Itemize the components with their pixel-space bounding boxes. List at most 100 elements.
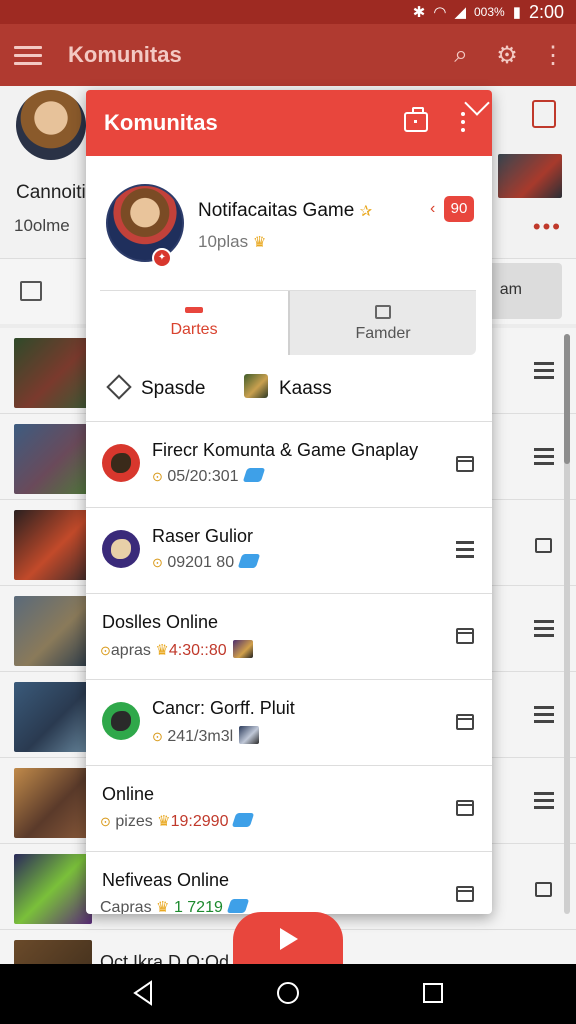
wifi-icon: ◠ <box>433 4 447 21</box>
chevron-down-icon[interactable] <box>464 90 490 116</box>
game-thumb-icon <box>239 726 260 744</box>
calendar-icon[interactable] <box>532 100 556 128</box>
game-thumb-icon <box>232 640 253 658</box>
verified-icon <box>242 468 265 482</box>
creature-icon <box>102 702 140 740</box>
hamburger-icon[interactable] <box>456 541 474 558</box>
popup-profile: ✦ Notifacaitas Game ✰ 10plas ♛ <box>86 156 492 290</box>
search-icon[interactable]: ⌕ <box>438 41 484 69</box>
background-avatar <box>16 90 86 160</box>
dragon-icon <box>102 444 140 482</box>
background-profile-sub: 10olme <box>14 216 70 235</box>
game-thumb-icon <box>244 374 268 398</box>
tab-famder-label: Famder <box>355 325 411 342</box>
hamburger-icon[interactable] <box>534 448 554 465</box>
profile-sub: 10plas ♛ <box>198 232 267 251</box>
system-nav-bar <box>0 964 576 1024</box>
item-title: Firecr Komunta & Game Gnaplay <box>152 440 419 460</box>
item-meta: ⊙ pizes ♛19:2990 <box>100 812 255 831</box>
item-title: Online <box>102 784 155 804</box>
background-profile-name: Cannoiti <box>16 182 86 203</box>
list-item[interactable]: Raser Gulior ⊙ 09201 80 <box>86 508 492 594</box>
tab-dartes-indicator-icon <box>185 307 203 313</box>
window-icon[interactable] <box>456 886 474 902</box>
square-icon[interactable] <box>535 882 552 897</box>
item-meta: ⊙ 05/20:301 <box>152 468 265 486</box>
more-dots-icon[interactable]: ••• <box>533 214 562 240</box>
list-item[interactable]: Online ⊙ pizes ♛19:2990 <box>86 766 492 852</box>
list-item[interactable]: Nefiveas Online Capras ♛ 1 7219 <box>86 852 492 914</box>
back-icon[interactable] <box>132 980 154 1006</box>
star-icon: ✰ <box>359 203 373 220</box>
clock-icon: ⊙ <box>152 469 163 484</box>
verified-icon <box>226 899 250 913</box>
clock-icon: ⊙ <box>100 814 111 829</box>
popup-tabs: Dartes Famder <box>100 290 476 355</box>
menu-icon[interactable] <box>14 45 42 65</box>
tab-famder[interactable]: Famder <box>288 291 476 355</box>
recents-icon[interactable] <box>423 983 443 1003</box>
clock-icon: ⊙ <box>100 643 111 658</box>
hamburger-icon[interactable] <box>534 706 554 723</box>
tab-dartes[interactable]: Dartes <box>100 291 288 355</box>
crown-icon: ♛ <box>156 899 170 914</box>
warrior-icon <box>102 530 140 568</box>
popup-title: Komunitas <box>104 110 218 135</box>
battery-icon: ▮ <box>512 4 521 21</box>
notification-badge[interactable]: 90 <box>444 196 474 222</box>
popup-header: Komunitas <box>86 90 492 156</box>
tab-dartes-label: Dartes <box>170 321 218 338</box>
signal-icon: ◢ <box>454 4 466 21</box>
verified-icon <box>237 554 261 568</box>
clock-icon: ⊙ <box>152 729 163 744</box>
item-meta: ⊙ 241/3m3l <box>152 726 260 746</box>
more-vert-icon[interactable] <box>461 112 467 132</box>
hamburger-icon[interactable] <box>534 362 554 379</box>
hamburger-icon[interactable] <box>534 792 554 809</box>
item-title: Cancr: Gorff. Pluit <box>152 698 295 718</box>
battery-percent: 003% <box>473 5 505 19</box>
list-item[interactable]: Doslles Online ⊙apras ♛4:30::80 <box>86 594 492 680</box>
clock: 2:00 <box>528 1 564 22</box>
avatar[interactable] <box>106 184 184 262</box>
filter-row: Spasde Kaass <box>86 360 492 422</box>
window-icon[interactable] <box>456 714 474 730</box>
list-item[interactable]: Firecr Komunta & Game Gnaplay ⊙ 05/20:30… <box>86 422 492 508</box>
app-title: Komunitas <box>68 42 182 67</box>
briefcase-icon[interactable] <box>404 107 428 132</box>
crown-icon: ♛ <box>157 813 171 830</box>
crown-icon: ♛ <box>155 642 169 659</box>
tag-icon[interactable] <box>106 374 132 400</box>
square-icon[interactable] <box>535 538 552 553</box>
id-card-icon <box>375 305 391 319</box>
home-icon[interactable] <box>277 982 299 1004</box>
item-title: Nefiveas Online <box>102 870 230 890</box>
play-icon <box>280 928 298 950</box>
background-thumbnail <box>498 154 562 198</box>
item-meta: ⊙ 09201 80 <box>152 554 261 572</box>
verified-icon <box>232 813 255 827</box>
clock-icon: ⊙ <box>152 555 163 570</box>
item-title: Doslles Online <box>102 612 219 632</box>
chevron-left-icon[interactable]: ‹ <box>430 200 435 218</box>
app-bar: Komunitas ⌕ ⚙ ⋮ <box>0 24 576 86</box>
item-title: Raser Gulior <box>152 526 254 546</box>
more-vert-icon[interactable]: ⋮ <box>530 41 576 70</box>
window-icon[interactable] <box>456 800 474 816</box>
crown-icon: ♛ <box>252 234 267 251</box>
scrollbar-thumb[interactable] <box>564 334 570 464</box>
filter-spasde[interactable]: Spasde <box>141 378 205 400</box>
status-bar: ✱ ◠ ◢ 003% ▮ 2:00 <box>0 0 576 24</box>
hamburger-icon[interactable] <box>534 620 554 637</box>
window-icon[interactable] <box>456 628 474 644</box>
item-meta: ⊙apras ♛4:30::80 <box>100 640 253 660</box>
list-item[interactable]: Cancr: Gorff. Pluit ⊙ 241/3m3l <box>86 680 492 766</box>
window-icon[interactable] <box>456 456 474 472</box>
bag-icon[interactable] <box>20 281 42 301</box>
filter-kaass[interactable]: Kaass <box>279 378 332 400</box>
avatar-badge-icon: ✦ <box>152 248 172 268</box>
item-meta: Capras ♛ 1 7219 <box>100 898 250 914</box>
profile-name: Notifacaitas Game ✰ <box>198 200 373 221</box>
gear-icon[interactable]: ⚙ <box>484 41 530 70</box>
bluetooth-icon: ✱ <box>412 4 426 21</box>
